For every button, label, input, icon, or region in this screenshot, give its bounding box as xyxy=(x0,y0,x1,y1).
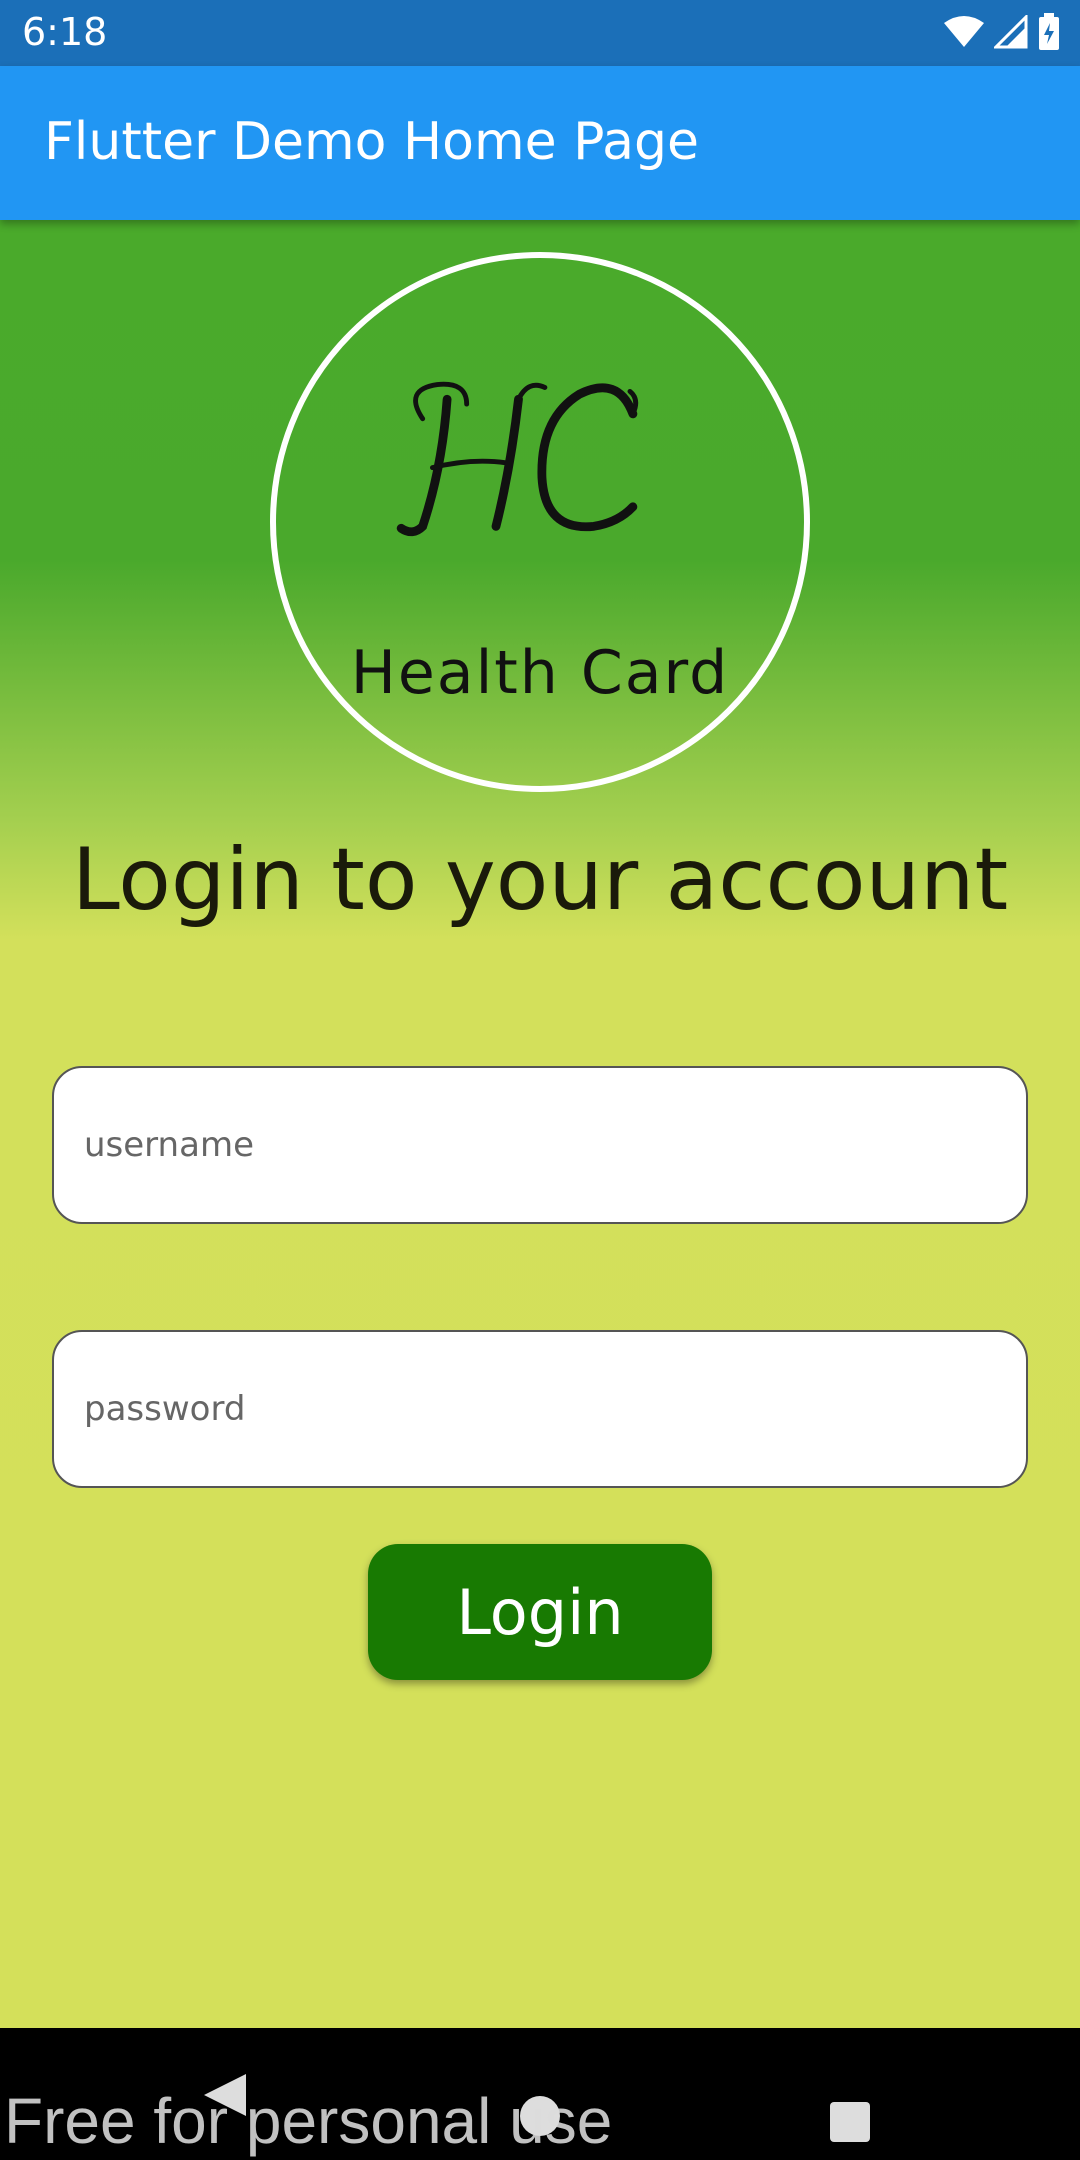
status-time: 6:18 xyxy=(22,10,108,54)
status-icons xyxy=(944,12,1060,52)
wifi-icon xyxy=(944,16,984,47)
password-input[interactable] xyxy=(84,1332,984,1486)
app-bar-title: Flutter Demo Home Page xyxy=(44,112,700,172)
username-input[interactable] xyxy=(84,1068,984,1222)
login-button[interactable]: Login xyxy=(368,1544,712,1680)
health-card-logo: Health Card xyxy=(270,252,810,792)
username-field-container xyxy=(52,1066,1028,1224)
password-field-container xyxy=(52,1330,1028,1488)
logo-caption: Health Card xyxy=(350,638,730,708)
app-bar: Flutter Demo Home Page xyxy=(0,66,1080,220)
hc-monogram-logo xyxy=(396,381,639,537)
watermark-text: Free for personal use xyxy=(4,2085,613,2157)
status-bar: 6:18 xyxy=(0,0,1080,66)
page-title: Login to your account xyxy=(71,830,1009,930)
recents-icon[interactable] xyxy=(830,2102,870,2142)
cell-signal-icon xyxy=(994,15,1028,49)
battery-icon xyxy=(1039,13,1059,50)
login-screen: Health Card Login to your account Login xyxy=(0,220,1080,2028)
